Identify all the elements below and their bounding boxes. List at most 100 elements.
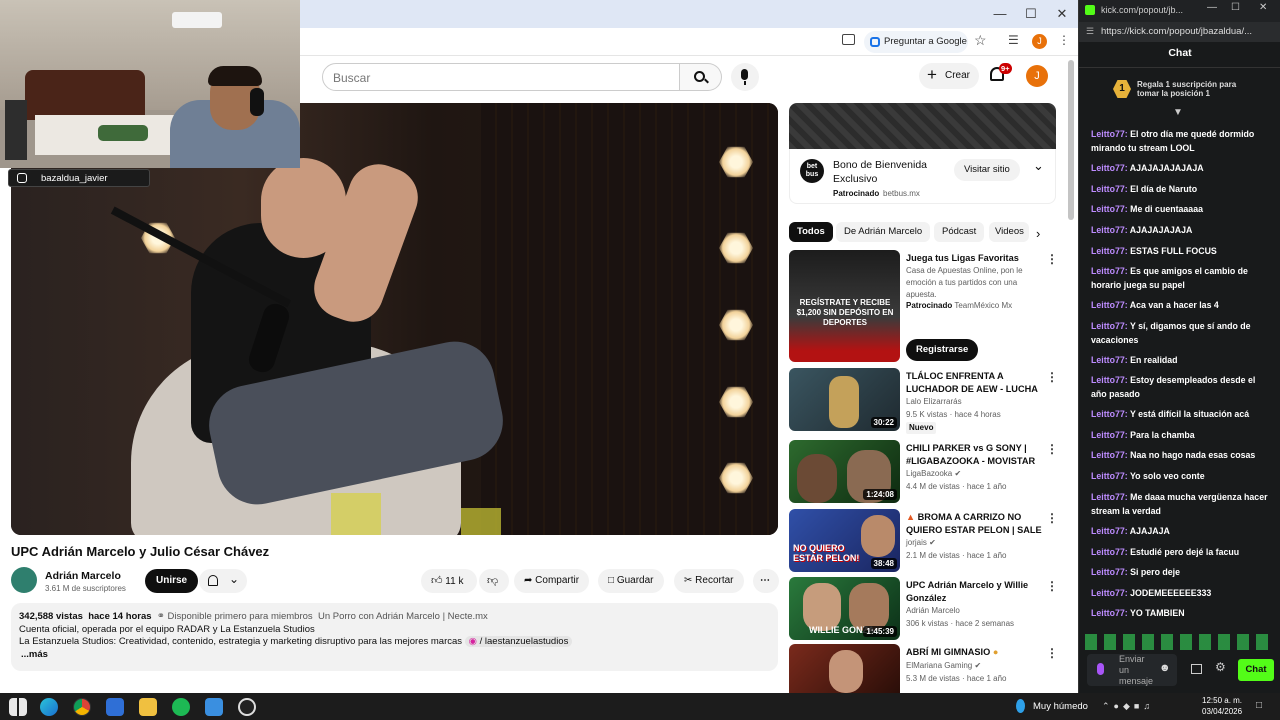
video-thumbnail[interactable] bbox=[789, 644, 900, 693]
show-more-link[interactable]: ...más bbox=[19, 649, 770, 662]
chat-username[interactable]: Leitto77: bbox=[1091, 567, 1128, 577]
collapse-chevron-icon[interactable]: ▼ bbox=[1173, 107, 1183, 118]
chat-username[interactable]: Leitto77: bbox=[1091, 184, 1128, 194]
system-tray-icons[interactable]: ⌃●◆■♫ bbox=[1102, 701, 1154, 712]
chat-username[interactable]: Leitto77: bbox=[1091, 246, 1128, 256]
maximize-button[interactable]: ☐ bbox=[1231, 2, 1240, 13]
menu-kebab-icon[interactable]: ⋮ bbox=[1058, 33, 1070, 47]
chat-input[interactable]: Enviar un mensaje ☻ bbox=[1087, 654, 1177, 686]
obs-icon[interactable] bbox=[238, 698, 256, 716]
settings-gear-icon[interactable]: ⚙ bbox=[1215, 660, 1226, 674]
chat-username[interactable]: Leitto77: bbox=[1091, 450, 1128, 460]
join-button[interactable]: Unirse bbox=[145, 569, 199, 593]
video-thumbnail[interactable]: 1:24:08 bbox=[789, 440, 900, 503]
promo-thumbnail[interactable]: REGÍSTRATE Y RECIBE $1,200 SIN DEPÓSITO … bbox=[789, 250, 900, 362]
more-options-icon[interactable]: ⋮ bbox=[1046, 442, 1058, 456]
chat-username[interactable]: Leitto77: bbox=[1091, 492, 1128, 502]
voice-search-button[interactable] bbox=[731, 63, 759, 91]
chat-username[interactable]: Leitto77: bbox=[1091, 547, 1128, 557]
chat-username[interactable]: Leitto77: bbox=[1091, 430, 1128, 440]
edge-icon[interactable] bbox=[40, 698, 58, 716]
chat-username[interactable]: Leitto77: bbox=[1091, 608, 1128, 618]
emote-bar[interactable] bbox=[1085, 634, 1275, 650]
ad-banner-image[interactable] bbox=[789, 103, 1056, 149]
related-video[interactable]: WILLIE GONZA 1:45:39 UPC Adrián Marcelo … bbox=[789, 577, 1059, 641]
clip-button[interactable]: ✂ Recortar bbox=[674, 569, 744, 593]
instagram-link[interactable]: ◉ / laestanzuelastudios bbox=[464, 636, 573, 647]
close-button[interactable]: ✕ bbox=[1047, 4, 1077, 24]
bookmark-star-icon[interactable]: ☆ bbox=[974, 32, 987, 49]
chip-podcast[interactable]: Pódcast bbox=[934, 222, 985, 242]
chat-username[interactable]: Leitto77: bbox=[1091, 375, 1128, 385]
chrome-icon[interactable] bbox=[73, 698, 91, 716]
channel-avatar[interactable] bbox=[11, 567, 37, 593]
chat-username[interactable]: Leitto77: bbox=[1091, 129, 1128, 139]
series-link[interactable]: Un Porro con Adrián Marcelo | Necte.mx bbox=[318, 611, 488, 622]
account-avatar[interactable]: J bbox=[1026, 65, 1048, 87]
like-button[interactable]: 👍︎ 11 k bbox=[421, 569, 477, 593]
close-button[interactable]: ✕ bbox=[1259, 2, 1267, 13]
ad-card[interactable]: bet bus Bono de Bienvenida Exclusivo Pat… bbox=[789, 149, 1056, 204]
related-video[interactable]: 30:22 TLÁLOC ENFRENTA A LUCHADOR DE AEW … bbox=[789, 368, 1059, 434]
chat-username[interactable]: Leitto77: bbox=[1091, 225, 1128, 235]
chat-username[interactable]: Leitto77: bbox=[1091, 409, 1128, 419]
chat-username[interactable]: Leitto77: bbox=[1091, 355, 1128, 365]
visit-site-button[interactable]: Visitar sitio bbox=[954, 159, 1020, 181]
related-video[interactable]: ABRÍ MI GIMNASIO ● ElMariana Gaming ✔ 5.… bbox=[789, 644, 1059, 693]
subscribed-button[interactable]: ⌄ bbox=[199, 569, 247, 593]
minimize-button[interactable]: — bbox=[985, 4, 1015, 24]
send-chat-button[interactable]: Chat bbox=[1238, 659, 1274, 681]
dislike-button[interactable]: 👎︎ bbox=[479, 569, 509, 593]
video-thumbnail[interactable]: 30:22 bbox=[789, 368, 900, 431]
app-icon[interactable] bbox=[205, 698, 223, 716]
clock-date[interactable]: 03/04/2026 bbox=[1202, 707, 1242, 716]
pinned-leaderboard[interactable]: 1 Regala 1 suscripción para tomar la pos… bbox=[1079, 72, 1280, 108]
register-button[interactable]: Registrarse bbox=[906, 339, 979, 361]
emoji-icon[interactable]: ☻ bbox=[1159, 662, 1171, 674]
chat-username[interactable]: Leitto77: bbox=[1091, 266, 1128, 276]
related-video[interactable]: NO QUIERO ESTAR PELON! 38:48 ▲ BROMA A C… bbox=[789, 509, 1059, 573]
chat-username[interactable]: Leitto77: bbox=[1091, 300, 1128, 310]
file-explorer-icon[interactable] bbox=[139, 698, 157, 716]
maximize-button[interactable]: ☐ bbox=[1016, 4, 1046, 24]
chip-videos[interactable]: Videos bbox=[989, 222, 1029, 242]
chat-username[interactable]: Leitto77: bbox=[1091, 526, 1128, 536]
kick-url-bar[interactable]: ☰ https://kick.com/popout/jbazaldua/... bbox=[1079, 22, 1280, 42]
more-options-icon[interactable]: ⋮ bbox=[1046, 511, 1058, 525]
save-button[interactable]: □ Guardar bbox=[598, 569, 664, 593]
more-options-icon[interactable]: ⋮ bbox=[1046, 646, 1058, 660]
ask-google-button[interactable]: Preguntar a Google bbox=[864, 31, 968, 53]
share-button[interactable]: ➦ Compartir bbox=[514, 569, 590, 593]
minimize-button[interactable]: — bbox=[1207, 2, 1217, 13]
spotify-icon[interactable] bbox=[172, 698, 190, 716]
promo-video-card[interactable]: REGÍSTRATE Y RECIBE $1,200 SIN DEPÓSITO … bbox=[789, 250, 1059, 362]
gift-icon[interactable] bbox=[1191, 664, 1202, 674]
search-button[interactable] bbox=[680, 63, 722, 91]
weather-text[interactable]: Muy húmedo bbox=[1033, 701, 1088, 712]
search-input[interactable]: Buscar bbox=[322, 63, 680, 91]
chat-username[interactable]: Leitto77: bbox=[1091, 588, 1128, 598]
more-options-icon[interactable]: ⋮ bbox=[1046, 370, 1058, 384]
video-thumbnail[interactable]: NO QUIERO ESTAR PELON! 38:48 bbox=[789, 509, 900, 572]
chevron-down-icon[interactable]: ⌄ bbox=[1033, 158, 1044, 174]
description-box[interactable]: 342,588 vistas hace 14 horas ⚭ Disponibl… bbox=[11, 603, 778, 671]
clock-time[interactable]: 12:50 a. m. bbox=[1202, 696, 1242, 705]
mail-icon[interactable] bbox=[106, 698, 124, 716]
windows-start-icon[interactable] bbox=[9, 698, 27, 716]
chip-all[interactable]: Todos bbox=[789, 222, 833, 242]
cast-icon[interactable] bbox=[842, 34, 855, 45]
chat-username[interactable]: Leitto77: bbox=[1091, 471, 1128, 481]
more-options-icon[interactable]: ⋮ bbox=[1046, 252, 1058, 266]
media-controls-icon[interactable]: ☰ bbox=[1008, 33, 1019, 47]
chip-from-channel[interactable]: De Adrián Marcelo bbox=[836, 222, 931, 242]
channel-name[interactable]: Adrián Marcelo bbox=[45, 570, 121, 582]
chat-username[interactable]: Leitto77: bbox=[1091, 321, 1128, 331]
more-options-icon[interactable]: ⋮ bbox=[1046, 579, 1058, 593]
profile-avatar[interactable]: J bbox=[1032, 34, 1047, 49]
chat-username[interactable]: Leitto77: bbox=[1091, 204, 1128, 214]
page-scrollbar[interactable] bbox=[1068, 60, 1074, 220]
create-button[interactable]: + Crear bbox=[919, 63, 979, 89]
chat-username[interactable]: Leitto77: bbox=[1091, 163, 1128, 173]
more-actions-button[interactable]: ⋯ bbox=[753, 569, 779, 593]
chevron-right-icon[interactable]: › bbox=[1036, 226, 1040, 241]
